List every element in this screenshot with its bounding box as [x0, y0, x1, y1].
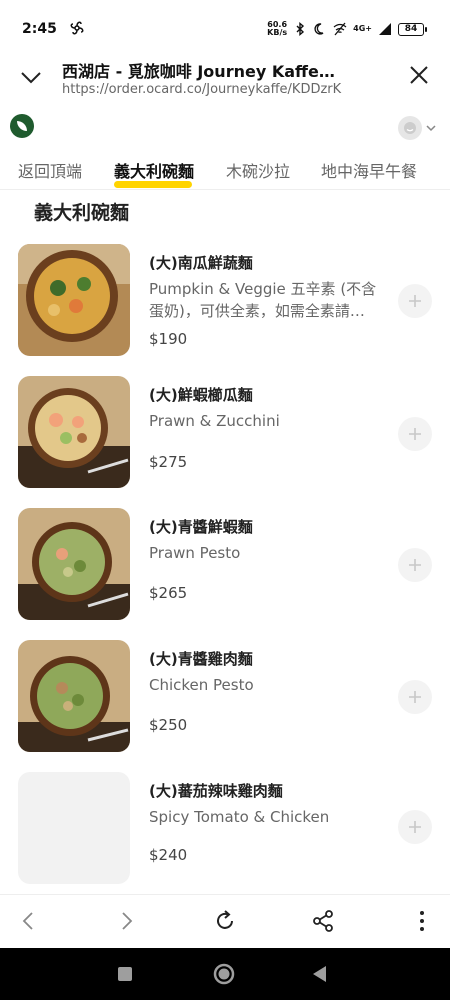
- plus-icon: [409, 691, 421, 703]
- menu-item[interactable]: (大)南瓜鮮蔬麵 Pumpkin & Veggie 五辛素 (不含蛋奶)，可供全…: [0, 244, 450, 364]
- dish-photo: [18, 640, 130, 752]
- wifi-off-icon: [333, 22, 347, 36]
- smiley-icon: [404, 122, 416, 134]
- account-button[interactable]: [398, 116, 436, 140]
- item-description: Prawn Pesto: [149, 544, 241, 562]
- store-header: [0, 108, 450, 148]
- plus-icon: [409, 428, 421, 440]
- leaf-icon: [17, 121, 27, 131]
- dish-photo: [18, 508, 130, 620]
- recent-apps-icon[interactable]: [113, 962, 137, 986]
- arrow-left-icon: [22, 912, 33, 930]
- item-description: Chicken Pesto: [149, 676, 254, 694]
- arrow-right-icon: [122, 912, 133, 930]
- item-description: Pumpkin & Veggie 五辛素 (不含蛋奶)，可供全素，如需全素請…: [149, 280, 377, 320]
- page-url[interactable]: https://order.ocard.co/Journeykaffe/KDDz…: [62, 82, 341, 97]
- dish-photo: [18, 244, 130, 356]
- item-price: $190: [149, 330, 188, 348]
- share-icon: [313, 910, 333, 932]
- chevron-down-icon: [426, 125, 436, 132]
- refresh-button[interactable]: [212, 908, 238, 934]
- item-price: $250: [149, 716, 188, 734]
- network-type: 4G+: [353, 24, 372, 33]
- menu-item[interactable]: (大)蕃茄辣味雞肉麵 Spicy Tomato & Chicken $240: [0, 772, 450, 892]
- category-tabs: 返回頂端 義大利碗麵 木碗沙拉 地中海早午餐: [0, 150, 450, 190]
- bluetooth-icon: [296, 22, 305, 36]
- avatar: [398, 116, 422, 140]
- battery-icon: 84: [398, 22, 427, 36]
- add-to-cart-button[interactable]: [398, 548, 432, 582]
- plus-icon: [409, 559, 421, 571]
- item-price: $240: [149, 846, 188, 864]
- status-bar: 2:45 60.6 KB/s 4G+ 84: [0, 0, 450, 56]
- tab-mediterranean-brunch[interactable]: 地中海早午餐: [321, 158, 417, 182]
- network-speed: 60.6 KB/s: [267, 20, 288, 37]
- home-icon[interactable]: [212, 962, 236, 986]
- add-to-cart-button[interactable]: [398, 417, 432, 451]
- section-title: 義大利碗麵: [34, 202, 130, 224]
- share-button[interactable]: [310, 908, 336, 934]
- add-to-cart-button[interactable]: [398, 284, 432, 318]
- more-vertical-icon: [420, 911, 424, 931]
- active-tab-indicator: [114, 181, 192, 188]
- item-description: Spicy Tomato & Chicken: [149, 808, 330, 826]
- menu-item[interactable]: (大)青醬鮮蝦麵 Prawn Pesto $265: [0, 508, 450, 628]
- page-title: 西湖店 - 覓旅咖啡 Journey Kaffe…: [62, 62, 335, 81]
- plus-icon: [409, 821, 421, 833]
- system-navigation-bar: [0, 948, 450, 1000]
- chevron-down-icon[interactable]: [18, 64, 44, 90]
- close-icon[interactable]: [408, 64, 430, 86]
- back-triangle-icon[interactable]: [308, 962, 332, 986]
- moon-icon: [314, 23, 324, 35]
- item-price: $265: [149, 584, 188, 602]
- plus-icon: [409, 295, 421, 307]
- back-button[interactable]: [16, 908, 42, 934]
- item-name: (大)青醬雞肉麵: [149, 650, 253, 668]
- item-name: (大)蕃茄辣味雞肉麵: [149, 782, 283, 800]
- item-description: Prawn & Zucchini: [149, 412, 280, 430]
- dish-photo: [18, 376, 130, 488]
- menu-item[interactable]: (大)鮮蝦櫛瓜麵 Prawn & Zucchini $275: [0, 376, 450, 496]
- browser-header: 西湖店 - 覓旅咖啡 Journey Kaffe… https://order.…: [0, 56, 450, 104]
- pinwheel-icon: [70, 21, 84, 35]
- item-name: (大)南瓜鮮蔬麵: [149, 254, 253, 272]
- item-name: (大)青醬鮮蝦麵: [149, 518, 253, 536]
- more-options-button[interactable]: [409, 908, 435, 934]
- store-logo[interactable]: [10, 114, 34, 138]
- status-indicators: 60.6 KB/s 4G+ 84: [267, 20, 427, 38]
- item-name: (大)鮮蝦櫛瓜麵: [149, 386, 253, 404]
- tab-italian-bowl-pasta[interactable]: 義大利碗麵: [114, 158, 194, 182]
- signal-icon: [379, 23, 391, 35]
- refresh-icon: [217, 910, 233, 929]
- menu-item[interactable]: (大)青醬雞肉麵 Chicken Pesto $250: [0, 640, 450, 760]
- add-to-cart-button[interactable]: [398, 680, 432, 714]
- browser-bottom-toolbar: [0, 894, 450, 948]
- forward-button[interactable]: [113, 908, 139, 934]
- item-price: $275: [149, 453, 188, 471]
- tab-wooden-bowl-salad[interactable]: 木碗沙拉: [226, 158, 290, 182]
- add-to-cart-button[interactable]: [398, 810, 432, 844]
- dish-photo-placeholder: [18, 772, 130, 884]
- tab-back-to-top[interactable]: 返回頂端: [18, 158, 82, 182]
- status-time: 2:45: [22, 21, 57, 37]
